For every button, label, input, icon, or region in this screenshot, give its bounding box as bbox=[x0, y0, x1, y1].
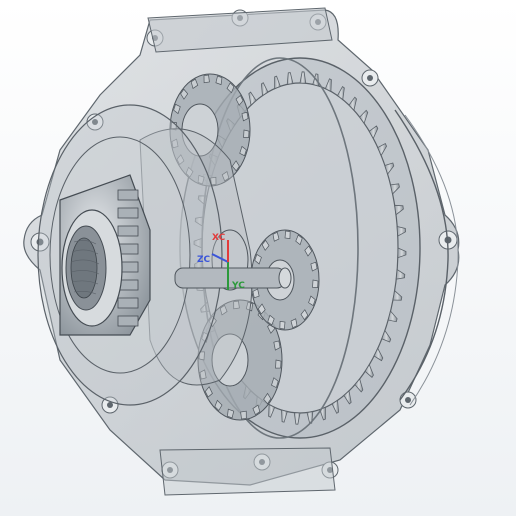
hub-spline-tooth bbox=[117, 189, 139, 201]
triad-z-label: ZC bbox=[197, 255, 211, 265]
planet-gear-tooth bbox=[243, 129, 250, 138]
planet-gear-tooth bbox=[284, 230, 291, 240]
hub-spline-tooth bbox=[117, 315, 139, 327]
output-hub bbox=[59, 174, 151, 336]
hub-spline-tooth bbox=[117, 225, 139, 237]
triad-y-label: YC bbox=[231, 281, 245, 291]
cad-viewport[interactable]: XC ZC YC bbox=[0, 0, 516, 516]
planet-gear-tooth bbox=[279, 320, 286, 330]
planet-gear-tooth bbox=[312, 279, 319, 289]
hub-spline-tooth bbox=[117, 207, 139, 219]
planet-gear-tooth bbox=[240, 410, 247, 420]
triad-x-label: XC bbox=[212, 233, 226, 243]
hub-spline-tooth bbox=[117, 297, 139, 309]
gearbox-model-view[interactable]: XC ZC YC bbox=[0, 0, 516, 516]
planet-gear-tooth bbox=[203, 74, 210, 84]
planet-gear-tooth bbox=[275, 359, 282, 369]
